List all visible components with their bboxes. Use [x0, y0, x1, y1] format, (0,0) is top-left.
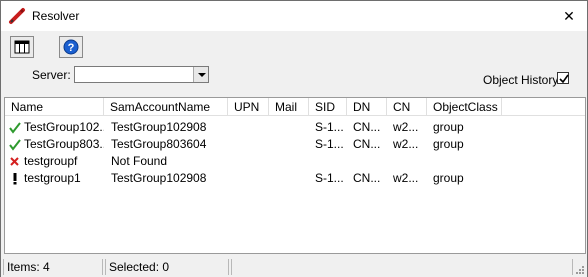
cell-samaccountname: TestGroup102908: [111, 120, 207, 134]
close-button[interactable]: ✕: [553, 4, 585, 28]
success-check-icon: [9, 122, 21, 134]
status-empty-panel: [231, 259, 573, 275]
resize-grip-icon[interactable]: [575, 265, 585, 275]
cell-sid: S-1...: [315, 137, 344, 151]
status-selected-count: Selected: 0: [105, 259, 229, 275]
column-header-cn[interactable]: CN: [387, 98, 427, 116]
results-list[interactable]: Name SamAccountName UPN Mail SID DN CN O…: [4, 97, 586, 254]
cell-sid: [315, 153, 346, 170]
object-history-label: Object History: [483, 73, 559, 87]
column-header-objectclass[interactable]: ObjectClass: [427, 98, 502, 116]
cell-mail: [275, 170, 308, 187]
column-header-mail[interactable]: Mail: [269, 98, 309, 116]
cell-upn: [234, 136, 268, 153]
checkmark-icon: [559, 74, 569, 84]
list-header: Name SamAccountName UPN Mail SID DN CN O…: [5, 98, 585, 116]
cell-objectclass: [433, 153, 501, 170]
cell-objectclass: group: [433, 171, 464, 185]
cell-upn: [234, 119, 268, 136]
error-x-icon: [10, 157, 19, 166]
column-header-sid[interactable]: SID: [309, 98, 347, 116]
table-row[interactable]: testgroup1 TestGroup102908 S-1... CN... …: [5, 170, 585, 187]
column-header-samaccountname[interactable]: SamAccountName: [104, 98, 228, 116]
cell-mail: [275, 119, 308, 136]
cell-cn: w2...: [393, 171, 419, 185]
cell-samaccountname: Not Found: [111, 154, 168, 168]
cell-samaccountname: TestGroup102908: [111, 171, 207, 185]
columns-icon: [14, 40, 30, 54]
cell-name: TestGroup803...: [24, 137, 104, 151]
cell-sid: S-1...: [315, 120, 344, 134]
cell-cn: w2...: [393, 137, 419, 151]
help-icon: ?: [63, 39, 79, 55]
table-row[interactable]: testgroupf Not Found: [5, 153, 585, 170]
cell-name: TestGroup102...: [24, 120, 104, 134]
column-header-upn[interactable]: UPN: [228, 98, 269, 116]
cell-samaccountname: TestGroup803604: [111, 137, 207, 151]
cell-dn: CN...: [353, 137, 381, 151]
success-check-icon: [9, 139, 21, 151]
status-bar: Items: 4 Selected: 0: [1, 257, 587, 277]
warning-exclamation-icon: [13, 173, 17, 185]
cell-upn: [234, 153, 268, 170]
help-button[interactable]: ?: [59, 36, 83, 58]
toolbar: ?: [1, 31, 587, 61]
cell-upn: [234, 170, 268, 187]
cell-name: testgroupf: [24, 154, 78, 168]
table-row[interactable]: TestGroup803... TestGroup803604 S-1... C…: [5, 136, 585, 153]
pencil-app-icon: [9, 8, 25, 24]
window-title: Resolver: [32, 9, 80, 23]
resolver-window: Resolver ✕ ? Server: Object History Name…: [0, 0, 588, 277]
cell-mail: [275, 153, 308, 170]
column-header-name[interactable]: Name: [5, 98, 104, 116]
status-items-count: Items: 4: [3, 259, 103, 275]
cell-dn: [353, 153, 386, 170]
cell-mail: [275, 136, 308, 153]
cell-objectclass: group: [433, 120, 464, 134]
cell-dn: CN...: [353, 120, 381, 134]
column-header-dn[interactable]: DN: [347, 98, 387, 116]
columns-button[interactable]: [10, 36, 34, 58]
cell-cn: w2...: [393, 120, 419, 134]
server-label: Server:: [32, 68, 71, 82]
cell-objectclass: group: [433, 137, 464, 151]
object-history-checkbox[interactable]: [557, 72, 569, 84]
title-bar: Resolver ✕: [1, 1, 587, 31]
close-icon: ✕: [563, 8, 575, 24]
cell-dn: CN...: [353, 171, 381, 185]
chevron-down-icon[interactable]: [193, 67, 208, 82]
cell-sid: S-1...: [315, 171, 344, 185]
cell-name: testgroup1: [24, 171, 81, 185]
table-row[interactable]: TestGroup102... TestGroup102908 S-1... C…: [5, 119, 585, 136]
server-dropdown[interactable]: [74, 66, 209, 83]
svg-text:?: ?: [68, 42, 75, 54]
cell-cn: [393, 153, 426, 170]
